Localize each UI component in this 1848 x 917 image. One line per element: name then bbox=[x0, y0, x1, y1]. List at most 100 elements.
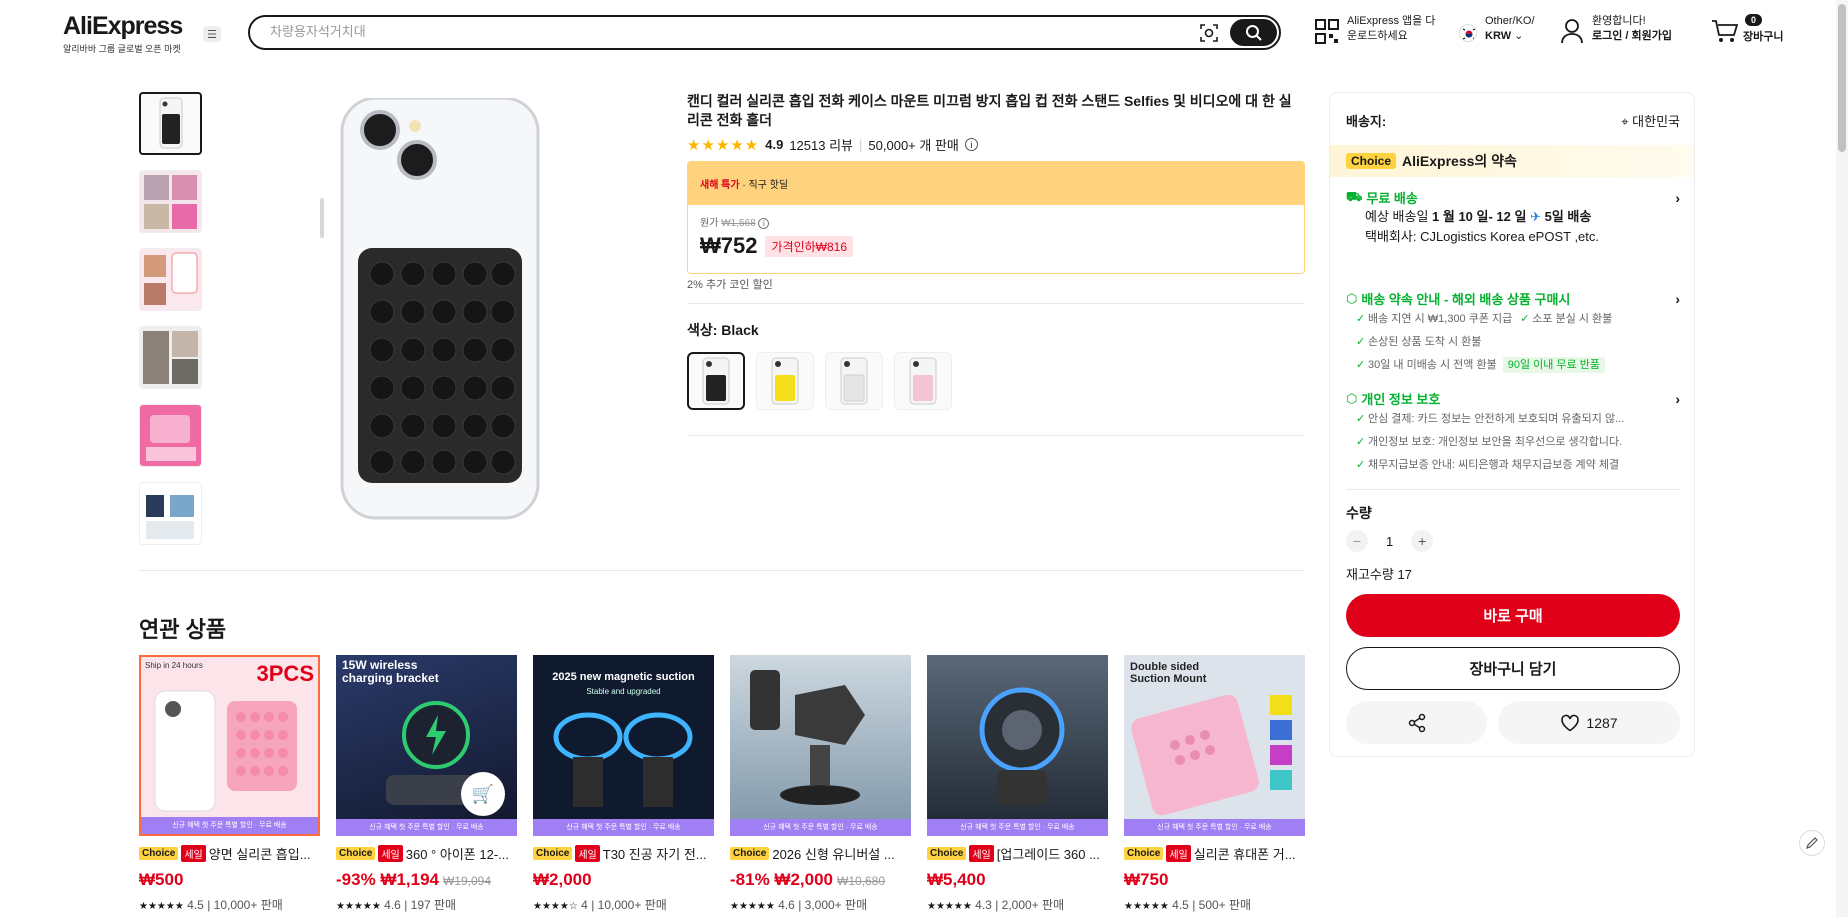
app-download-line2: 운로드하세요 bbox=[1347, 30, 1408, 42]
card-rating: 4.3 bbox=[975, 898, 992, 912]
current-price: ₩752 bbox=[700, 233, 758, 258]
thumbnail-1[interactable] bbox=[139, 92, 202, 155]
delivery-guarantee-section[interactable]: ⬡배송 약속 안내 - 해외 배송 상품 구매시 › 배송 지연 시 ₩1,30… bbox=[1346, 289, 1680, 378]
page-scrollbar[interactable] bbox=[1836, 0, 1848, 917]
promo-strip: 신규 혜택 첫 주문 특별 할인 · 무료 배송 bbox=[141, 817, 318, 834]
ship-to-destination[interactable]: ⌖ 대한민국 bbox=[1621, 111, 1680, 130]
carrier-info: 택배회사: CJLogistics Korea ePOST ,etc. bbox=[1365, 229, 1600, 244]
quantity-label: 수량 bbox=[1346, 505, 1372, 521]
product-card-image[interactable]: 15W wireless charging bracket 🛒 신규 혜택 첫 … bbox=[336, 655, 517, 836]
menu-icon[interactable]: ☰ bbox=[203, 26, 221, 42]
scrollbar-thumb[interactable] bbox=[1838, 4, 1846, 152]
card-meta: ★★★★★ 4.6 | 197 판매 bbox=[336, 898, 457, 912]
logo-text: AliExpress bbox=[63, 12, 183, 40]
thumbnail-4[interactable] bbox=[139, 326, 202, 389]
sale-tag: 세일 bbox=[1166, 845, 1191, 862]
card-rating: 4.5 bbox=[187, 898, 204, 912]
chevron-right-icon: › bbox=[1675, 189, 1680, 206]
add-to-cart-button[interactable]: 장바구니 담기 bbox=[1346, 647, 1680, 690]
privacy-title: 개인 정보 보호 bbox=[1361, 392, 1441, 407]
decrease-quantity-button[interactable]: − bbox=[1346, 530, 1368, 552]
choice-tag: Choice bbox=[336, 847, 376, 860]
card-sold: 2,000+ 판매 bbox=[1001, 898, 1065, 912]
edit-feedback-button[interactable] bbox=[1799, 830, 1825, 856]
promo-sublabel: · 직구 핫딜 bbox=[739, 180, 789, 191]
product-main-image[interactable] bbox=[320, 98, 560, 528]
product-card-image[interactable]: 2025 new magnetic suction Stable and upg… bbox=[533, 655, 714, 836]
product-card-image[interactable]: 신규 혜택 첫 주문 특별 할인 · 무료 배송 bbox=[927, 655, 1108, 836]
color-label: 색상: Black bbox=[687, 322, 759, 338]
info-icon[interactable]: i bbox=[758, 218, 770, 229]
guarantee-item: 30일 내 미배송 시 전액 환불 90일 이내 무료 반품 bbox=[1346, 354, 1680, 377]
choice-promise-banner: Choice AliExpress의 약속 bbox=[1330, 145, 1694, 177]
card-meta: ★★★★★ 4.3 | 2,000+ 판매 bbox=[927, 898, 1065, 912]
card-price-value: ₩5,400 bbox=[927, 870, 986, 889]
free-shipping-label: 무료 배송 bbox=[1366, 191, 1418, 206]
increase-quantity-button[interactable]: + bbox=[1411, 530, 1434, 552]
product-card-image[interactable]: 신규 혜택 첫 주문 특별 할인 · 무료 배송 bbox=[730, 655, 911, 836]
language-currency-selector[interactable]: Other/KO/ KRW ⌄ bbox=[1485, 14, 1535, 44]
choice-badge: Choice bbox=[1346, 153, 1397, 169]
swatch-pink[interactable] bbox=[894, 352, 952, 410]
thumbnail-3[interactable] bbox=[139, 248, 202, 311]
product-card[interactable]: 2025 new magnetic suction Stable and upg… bbox=[533, 655, 714, 913]
color-swatches bbox=[687, 352, 952, 410]
cart-icon[interactable] bbox=[1711, 18, 1739, 44]
product-card[interactable]: 15W wireless charging bracket 🛒 신규 혜택 첫 … bbox=[336, 655, 517, 913]
search-input[interactable] bbox=[270, 24, 1170, 39]
privacy-section[interactable]: ⬡개인 정보 보호 › 안심 결제: 카드 정보는 안전하게 보호되며 유출되지… bbox=[1346, 389, 1680, 478]
quantity-value[interactable]: 1 bbox=[1386, 534, 1393, 549]
product-card-image[interactable]: Double sided Suction Mount 신규 혜택 첫 주문 특별… bbox=[1124, 655, 1305, 836]
image-search-icon[interactable] bbox=[1199, 23, 1219, 43]
search-bar bbox=[248, 15, 1281, 50]
star-rating-icon: ★★★★★ bbox=[687, 136, 760, 154]
share-icon bbox=[1408, 713, 1425, 732]
share-button[interactable] bbox=[1346, 701, 1487, 744]
shipping-section[interactable]: ⛟ 무료 배송 › 예상 배송일 1 월 10 일- 12 일 ✈ 5일 배송 택… bbox=[1346, 188, 1680, 247]
ship-to-row[interactable]: 배송지: ⌖ 대한민국 bbox=[1346, 111, 1680, 130]
card-overlay-text: 15W wireless charging bracket bbox=[342, 658, 439, 685]
search-button[interactable] bbox=[1230, 19, 1277, 46]
pencil-icon bbox=[1806, 837, 1818, 849]
related-products-list: Ship in 24 hours 3PCS 신규 혜택 첫 주문 특별 할인 ·… bbox=[139, 655, 1305, 913]
promo-strip: 신규 혜택 첫 주문 특별 할인 · 무료 배송 bbox=[533, 819, 714, 836]
info-icon[interactable]: i bbox=[964, 138, 978, 151]
swatch-clear[interactable] bbox=[825, 352, 883, 410]
app-download-link[interactable]: AliExpress 앱을 다 운로드하세요 bbox=[1347, 14, 1435, 44]
stock-count: 재고수량 17 bbox=[1346, 567, 1412, 582]
cart-count-badge: 0 bbox=[1745, 14, 1763, 26]
star-rating-icon: ★★★★★ bbox=[139, 901, 184, 912]
card-product-illustration bbox=[750, 670, 865, 805]
star-rating-icon: ★★★★★ bbox=[730, 901, 775, 912]
lock-shield-icon: ⬡ bbox=[1346, 390, 1358, 406]
add-to-cart-icon[interactable]: 🛒 bbox=[461, 772, 505, 816]
cart-label[interactable]: 장바구니 bbox=[1743, 30, 1783, 45]
card-rating: 4.6 bbox=[384, 898, 401, 912]
card-title-text: [업그레이드 360 ... bbox=[996, 847, 1100, 862]
product-card[interactable]: 신규 혜택 첫 주문 특별 할인 · 무료 배송 Choice 2026 신형 유… bbox=[730, 655, 911, 913]
product-card[interactable]: 신규 혜택 첫 주문 특별 할인 · 무료 배송 Choice 세일 [업그레이드 … bbox=[927, 655, 1108, 913]
thumbnail-5[interactable] bbox=[139, 404, 202, 467]
user-icon[interactable] bbox=[1561, 18, 1583, 44]
app-download-line1: AliExpress 앱을 다 bbox=[1347, 15, 1436, 27]
product-card[interactable]: Double sided Suction Mount 신규 혜택 첫 주문 특별… bbox=[1124, 655, 1305, 913]
login-link[interactable]: 로그인 / 회원가입 bbox=[1592, 30, 1672, 42]
thumbnail-2[interactable] bbox=[139, 170, 202, 233]
product-card-image[interactable]: Ship in 24 hours 3PCS 신규 혜택 첫 주문 특별 할인 ·… bbox=[139, 655, 320, 836]
card-title-text: T30 진공 자기 전... bbox=[602, 847, 707, 862]
qr-code-icon[interactable] bbox=[1315, 19, 1339, 45]
review-count-link[interactable]: 12513 리뷰 bbox=[789, 135, 853, 154]
product-card[interactable]: Ship in 24 hours 3PCS 신규 혜택 첫 주문 특별 할인 ·… bbox=[139, 655, 320, 913]
thumbnail-6[interactable] bbox=[139, 482, 202, 545]
plane-icon: ✈ bbox=[1530, 209, 1541, 224]
promo-strip: 신규 혜택 첫 주문 특별 할인 · 무료 배송 bbox=[336, 819, 517, 836]
card-sub-text: Stable and upgraded bbox=[586, 687, 661, 696]
privacy-item: 개인정보 보호: 개인정보 보안을 최우선으로 생각합니다. bbox=[1346, 431, 1680, 454]
wishlist-button[interactable]: 1287 bbox=[1498, 701, 1680, 744]
card-meta: ★★★★★ 4.5 | 10,000+ 판매 bbox=[139, 898, 283, 912]
aliexpress-logo[interactable]: AliExpress 알리바바 그룹 글로벌 오픈 마켓 bbox=[63, 12, 183, 55]
swatch-yellow[interactable] bbox=[756, 352, 814, 410]
swatch-black[interactable] bbox=[687, 352, 745, 410]
account-link[interactable]: 환영합니다! 로그인 / 회원가입 bbox=[1592, 14, 1672, 44]
buy-now-button[interactable]: 바로 구매 bbox=[1346, 594, 1680, 637]
